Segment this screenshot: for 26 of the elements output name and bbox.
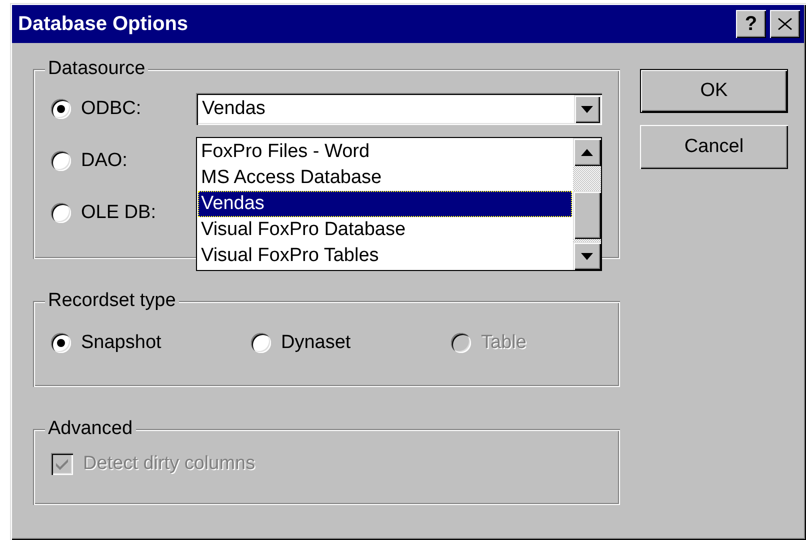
checkmark-icon: [55, 458, 69, 470]
scrollbar[interactable]: [573, 138, 601, 270]
close-button[interactable]: [770, 10, 800, 38]
close-icon: [778, 18, 792, 30]
radio-button[interactable]: [51, 151, 71, 171]
radio-label: ODBC:: [81, 98, 142, 120]
help-button[interactable]: ?: [736, 10, 766, 38]
ok-button[interactable]: OK: [640, 69, 788, 113]
datasource-dropdown[interactable]: Vendas: [196, 93, 602, 125]
radio-label: OLE DB:: [81, 202, 156, 224]
dropdown-arrow-icon: [581, 106, 593, 112]
radio-button[interactable]: [51, 203, 71, 223]
checkbox-label: Detect dirty columns: [83, 453, 256, 475]
list-item[interactable]: Vendas: [198, 191, 572, 217]
radio-button[interactable]: [251, 333, 271, 353]
scroll-down-icon: [581, 252, 593, 260]
group-title: Recordset type: [45, 289, 179, 313]
radio-label: DAO:: [81, 150, 128, 172]
scroll-up-icon: [581, 148, 593, 156]
radio-label: Dynaset: [281, 332, 351, 354]
radio-button[interactable]: [51, 99, 71, 119]
cancel-button[interactable]: Cancel: [640, 125, 788, 169]
radio-label: Snapshot: [81, 332, 162, 354]
radio-button[interactable]: [51, 333, 71, 353]
radio-label: Table: [481, 332, 526, 354]
window-title: Database Options: [18, 12, 190, 36]
